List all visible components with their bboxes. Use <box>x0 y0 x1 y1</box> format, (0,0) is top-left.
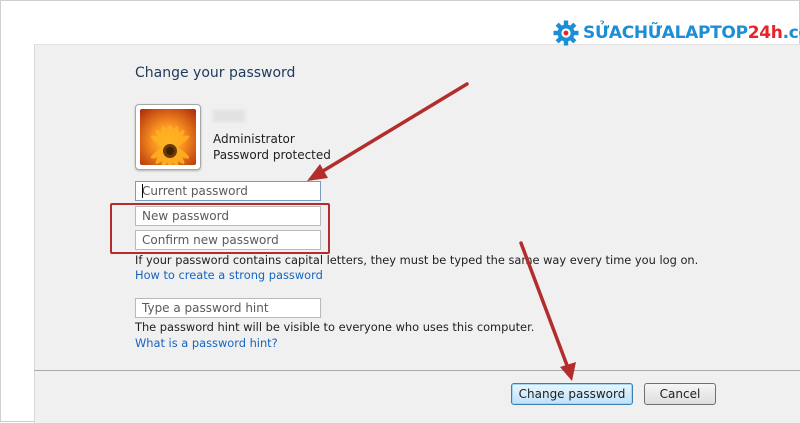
hint-visibility-note: The password hint will be visible to eve… <box>135 320 535 334</box>
avatar <box>135 104 201 170</box>
page-title: Change your password <box>135 65 296 81</box>
watermark-text: SỬACHỮALAPTOP24h.com <box>583 20 800 46</box>
watermark-part-d: .com <box>782 23 800 43</box>
current-password-input[interactable] <box>135 181 321 201</box>
account-name: Administrator <box>213 132 295 146</box>
watermark-part-c: 24h <box>747 23 783 43</box>
annotation-highlight-box <box>110 203 330 254</box>
cancel-button[interactable]: Cancel <box>644 383 716 405</box>
blurred-username <box>213 110 245 122</box>
flower-avatar-icon <box>140 109 196 165</box>
what-is-hint-link[interactable]: What is a password hint? <box>135 336 278 350</box>
capital-letters-note: If your password contains capital letter… <box>135 253 699 267</box>
text-caret <box>142 184 143 198</box>
password-hint-input[interactable] <box>135 298 321 318</box>
account-status: Password protected <box>213 148 331 162</box>
change-password-button[interactable]: Change password <box>511 383 633 405</box>
strong-password-link[interactable]: How to create a strong password <box>135 268 323 282</box>
gear-icon <box>553 20 579 46</box>
watermark-logo: SỬACHỮALAPTOP24h.com <box>553 20 800 46</box>
watermark-part-a: SỬA <box>583 23 622 43</box>
watermark-part-b: CHỮALAPTOP <box>621 23 748 43</box>
footer-separator <box>34 370 800 371</box>
